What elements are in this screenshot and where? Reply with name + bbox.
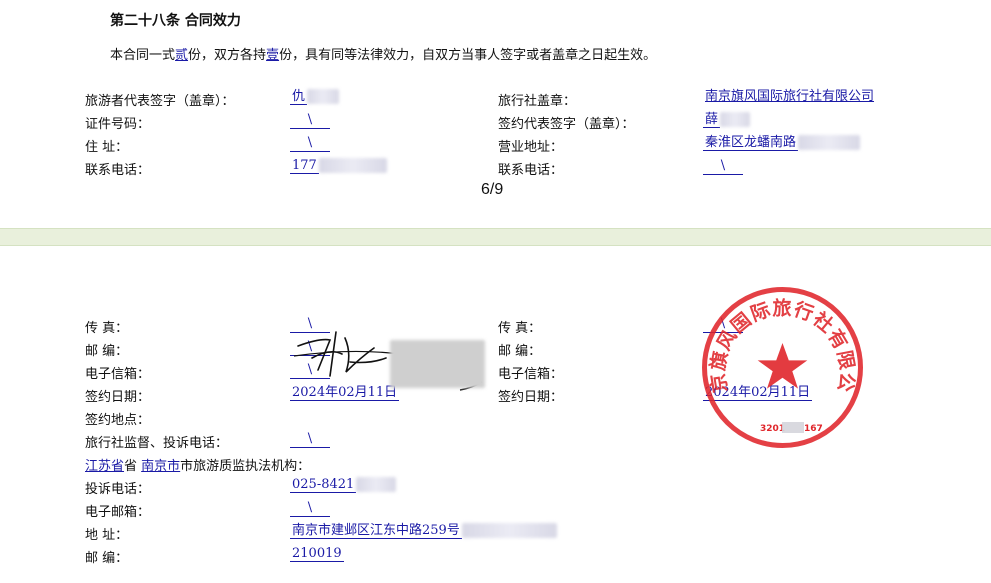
province-link: 江苏省 (85, 459, 125, 474)
para-text-1: 本合同一式 (110, 48, 176, 63)
redacted-block (461, 523, 557, 538)
tourist-phone-value: 177 (290, 158, 387, 174)
redacted-block (720, 112, 751, 127)
para-text-2: 份，双方各持 (188, 48, 267, 63)
authority-address-label: 地 址： (85, 528, 129, 543)
handwritten-signature (290, 318, 490, 398)
seal-number-post: 167 (804, 424, 823, 434)
agency-fax-label: 传 真： (498, 321, 542, 336)
mail-text: \ (290, 500, 330, 517)
address-text: \ (290, 135, 330, 152)
agency-name-text: 南京旗风国际旅行社有限公司 (705, 89, 875, 104)
complaint-tel-value: 025-8421 (290, 477, 397, 493)
sign-place-label: 签约地点： (85, 413, 151, 428)
redacted-block (356, 477, 397, 492)
postcode-label: 邮 编： (85, 344, 129, 359)
agency-rep-name: 薛 (703, 112, 721, 128)
seal-number-pre: 3201 (760, 424, 785, 434)
article-title: 第二十八条 合同效力 (110, 13, 241, 29)
mail-label: 电子邮箱： (85, 505, 151, 520)
authority-suffix: 市旅游质监执法机构： (180, 459, 311, 474)
agency-rep-value: 薛 (703, 112, 751, 128)
redacted-block (390, 340, 485, 388)
city-link: 南京市 (141, 459, 181, 474)
each-count: 壹 (266, 48, 280, 63)
address-value: \ (290, 135, 330, 152)
zip-value: 210019 (290, 546, 344, 562)
redacted-block (798, 135, 861, 150)
complaint-phone-label: 旅行社监督、投诉电话： (85, 436, 229, 451)
agency-phone-value: \ (703, 158, 743, 175)
zip-text: 210019 (290, 546, 344, 562)
page-separator (0, 228, 991, 246)
para-text-3: 份，具有同等法律效力，自双方当事人签字或者盖章之日起生效。 (279, 48, 657, 63)
complaint-tel-label: 投诉电话： (85, 482, 151, 497)
validity-paragraph: 本合同一式贰份，双方各持壹份，具有同等法律效力，自双方当事人签字或者盖章之日起生… (110, 44, 656, 63)
business-address-label: 营业地址： (498, 140, 564, 155)
agency-name-value: 南京旗风国际旅行社有限公司 (703, 89, 876, 105)
business-address-value: 秦淮区龙蟠南路 (703, 135, 861, 151)
agency-email-label: 电子信箱： (498, 367, 564, 382)
email-label: 电子信箱： (85, 367, 151, 382)
redacted-block (318, 158, 387, 173)
authority-address-text: 南京市建邺区江东中路259号 (290, 523, 462, 539)
zip-label: 邮 编： (85, 551, 129, 566)
complaint-phone-value: \ (290, 431, 330, 448)
tourist-phone-label: 联系电话： (85, 163, 151, 178)
sign-date-label: 签约日期： (85, 390, 151, 405)
copies-count: 贰 (175, 48, 189, 63)
address-label: 住 址： (85, 140, 129, 155)
mail-value: \ (290, 500, 330, 517)
agency-rep-label: 签约代表签字（盖章）： (498, 117, 635, 132)
company-seal: 南京旗风国际旅行社有限公司 3201 167 (690, 268, 865, 450)
tourist-phone-text: 177 (290, 158, 319, 174)
complaint-phone-text: \ (290, 431, 330, 448)
business-address-text: 秦淮区龙蟠南路 (703, 135, 799, 151)
complaint-tel-text: 025-8421 (290, 477, 357, 493)
agency-phone-label: 联系电话： (498, 163, 564, 178)
authority-address-value: 南京市建邺区江东中路259号 (290, 523, 557, 539)
page-number: 6/9 (481, 181, 504, 198)
fax-label: 传 真： (85, 321, 129, 336)
id-number-label: 证件号码： (85, 117, 151, 132)
agency-phone-text: \ (703, 158, 743, 175)
tourist-signature-label: 旅游者代表签字（盖章）： (85, 94, 235, 109)
agency-seal-label: 旅行社盖章： (498, 94, 577, 109)
agency-date-label: 签约日期： (498, 390, 564, 405)
tourist-name: 仇 (290, 89, 308, 105)
redacted-block (307, 89, 340, 104)
agency-postcode-label: 邮 编： (498, 344, 542, 359)
id-number-value: \ (290, 112, 330, 129)
tourist-signature-value: 仇 (290, 89, 340, 105)
authority-line: 江苏省省 南京市市旅游质监执法机构： (85, 459, 311, 474)
id-number-text: \ (290, 112, 330, 129)
